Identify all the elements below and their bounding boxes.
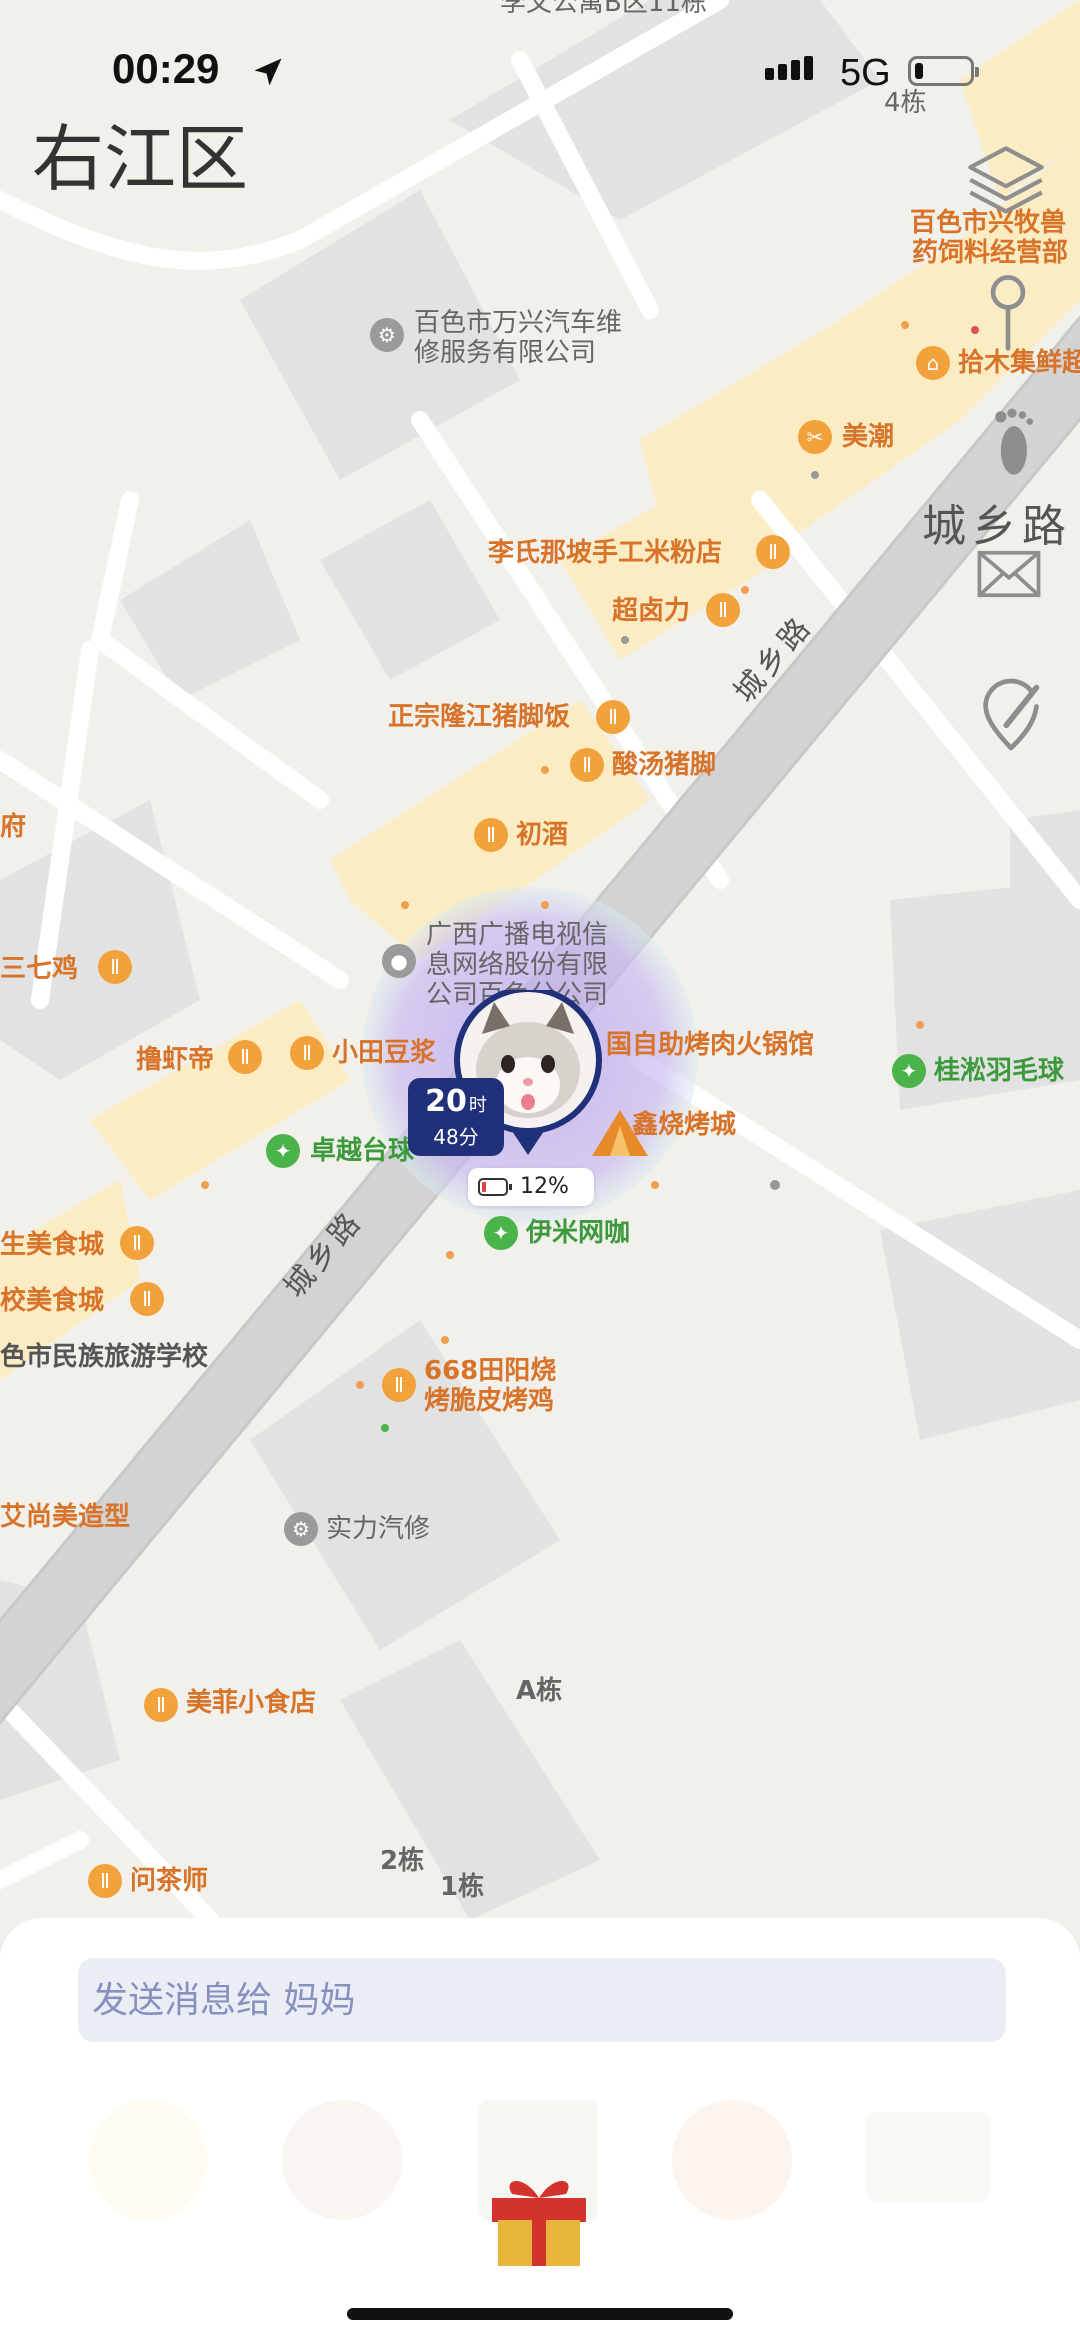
location-arrow-icon xyxy=(254,58,282,86)
district-label: 右江区 xyxy=(32,117,249,201)
gift-sticker[interactable] xyxy=(484,2160,594,2270)
poi-label[interactable]: 生美食城 xyxy=(0,1230,104,1260)
device-battery-badge: 12% xyxy=(468,1168,594,1206)
poi-label[interactable]: 艾尚美造型 xyxy=(0,1502,130,1532)
sticker-monkey[interactable] xyxy=(282,2100,402,2220)
restaurant-icon: Ⅱ xyxy=(570,748,604,782)
road-label: 城乡路 xyxy=(922,501,1072,552)
poi-label[interactable]: 正宗隆江猪脚饭 xyxy=(388,702,570,732)
poi-label[interactable]: 668田阳烧 xyxy=(424,1356,556,1386)
footprint-icon[interactable] xyxy=(984,405,1040,481)
poi-label[interactable]: A栋 xyxy=(516,1676,562,1706)
poi-label[interactable]: 桂淞羽毛球 xyxy=(934,1056,1064,1086)
poi-label[interactable]: 1栋 xyxy=(440,1872,484,1902)
restaurant-icon: Ⅱ xyxy=(706,593,740,627)
poi-label[interactable]: 4栋 xyxy=(884,88,927,118)
shopping-basket-icon: ⌂ xyxy=(916,346,950,380)
restaurant-icon: Ⅱ xyxy=(596,700,630,734)
car-repair-icon: ⚙ xyxy=(370,318,404,352)
poi-label[interactable]: 美菲小食店 xyxy=(186,1688,316,1718)
restaurant-icon: Ⅱ xyxy=(290,1036,324,1070)
poi-label[interactable]: 问茶师 xyxy=(130,1866,208,1896)
poi-label[interactable]: 广西广播电视信 xyxy=(426,920,608,950)
tag-icon[interactable] xyxy=(978,676,1044,752)
poi-label[interactable]: 卓越台球 xyxy=(310,1136,414,1166)
status-time: 00:29 xyxy=(112,45,220,92)
restaurant-icon: Ⅱ xyxy=(228,1040,262,1074)
poi-label[interactable]: 烤脆皮烤鸡 xyxy=(424,1386,554,1416)
battery-icon xyxy=(908,56,979,86)
car-repair-icon: ⚙ xyxy=(284,1512,318,1546)
location-pin-icon[interactable] xyxy=(980,270,1036,354)
update-minutes: 48分 xyxy=(433,1125,479,1149)
poi-label[interactable]: 药饲料经营部 xyxy=(912,238,1068,268)
mail-icon[interactable] xyxy=(976,550,1042,598)
device-battery-percent: 12% xyxy=(520,1174,569,1199)
restaurant-icon: Ⅱ xyxy=(98,950,132,984)
restaurant-icon: Ⅱ xyxy=(120,1226,154,1260)
message-input[interactable] xyxy=(78,1958,1006,2042)
low-battery-icon xyxy=(478,1178,512,1196)
home-indicator[interactable] xyxy=(347,2308,733,2320)
poi-label[interactable]: 色市民族旅游学校 xyxy=(0,1342,208,1372)
sticker-eye-roll[interactable] xyxy=(88,2100,208,2220)
internet-cafe-icon: ✦ xyxy=(484,1216,518,1250)
poi-label[interactable]: 校美食城 xyxy=(0,1286,104,1316)
poi-label[interactable]: 国自助烤肉火锅馆 xyxy=(606,1030,814,1060)
layers-icon[interactable] xyxy=(964,140,1048,224)
poi-label[interactable]: 修服务有限公司 xyxy=(414,338,596,368)
badminton-icon: ✦ xyxy=(892,1054,926,1088)
poi-label[interactable]: 实力汽修 xyxy=(326,1514,430,1544)
signal-icon xyxy=(765,56,817,80)
poi-label[interactable]: 三七鸡 xyxy=(0,954,78,984)
poi-label[interactable]: 初酒 xyxy=(516,820,568,850)
sticker-cake[interactable] xyxy=(672,2100,792,2220)
billiards-icon: ✦ xyxy=(266,1134,300,1168)
poi-label[interactable]: 府 xyxy=(0,812,26,842)
poi-label[interactable]: 2栋 xyxy=(380,1846,424,1876)
poi-label[interactable]: 美潮 xyxy=(842,422,894,452)
poi-label[interactable]: 超卤力 xyxy=(612,596,690,626)
restaurant-icon: Ⅱ xyxy=(88,1864,122,1898)
poi-label[interactable]: 伊米网咖 xyxy=(526,1218,630,1248)
hairdresser-icon: ✂ xyxy=(798,420,832,454)
poi-label[interactable]: 息网络股份有限 xyxy=(426,950,608,980)
poi-label[interactable]: 李文公寓B区11栋 xyxy=(500,0,707,18)
restaurant-icon: Ⅱ xyxy=(382,1368,416,1402)
poi-label[interactable]: 酸汤猪脚 xyxy=(612,750,716,780)
poi-label[interactable]: 小田豆浆 xyxy=(332,1038,436,1068)
restaurant-icon: Ⅱ xyxy=(130,1282,164,1316)
place-icon: ● xyxy=(382,944,416,978)
restaurant-icon: Ⅱ xyxy=(144,1688,178,1722)
update-hours: 20 xyxy=(425,1084,467,1119)
poi-label[interactable]: 百色市万兴汽车维 xyxy=(414,308,622,338)
poi-label[interactable]: 撸虾帝 xyxy=(136,1045,214,1075)
poi-label[interactable]: 李氏那坡手工米粉店 xyxy=(488,538,722,568)
last-update-badge: 20 时 48分 xyxy=(408,1078,504,1156)
sticker-money[interactable] xyxy=(866,2112,990,2202)
restaurant-icon: Ⅱ xyxy=(474,818,508,852)
restaurant-icon: Ⅱ xyxy=(756,535,790,569)
hours-unit: 时 xyxy=(468,1095,487,1116)
